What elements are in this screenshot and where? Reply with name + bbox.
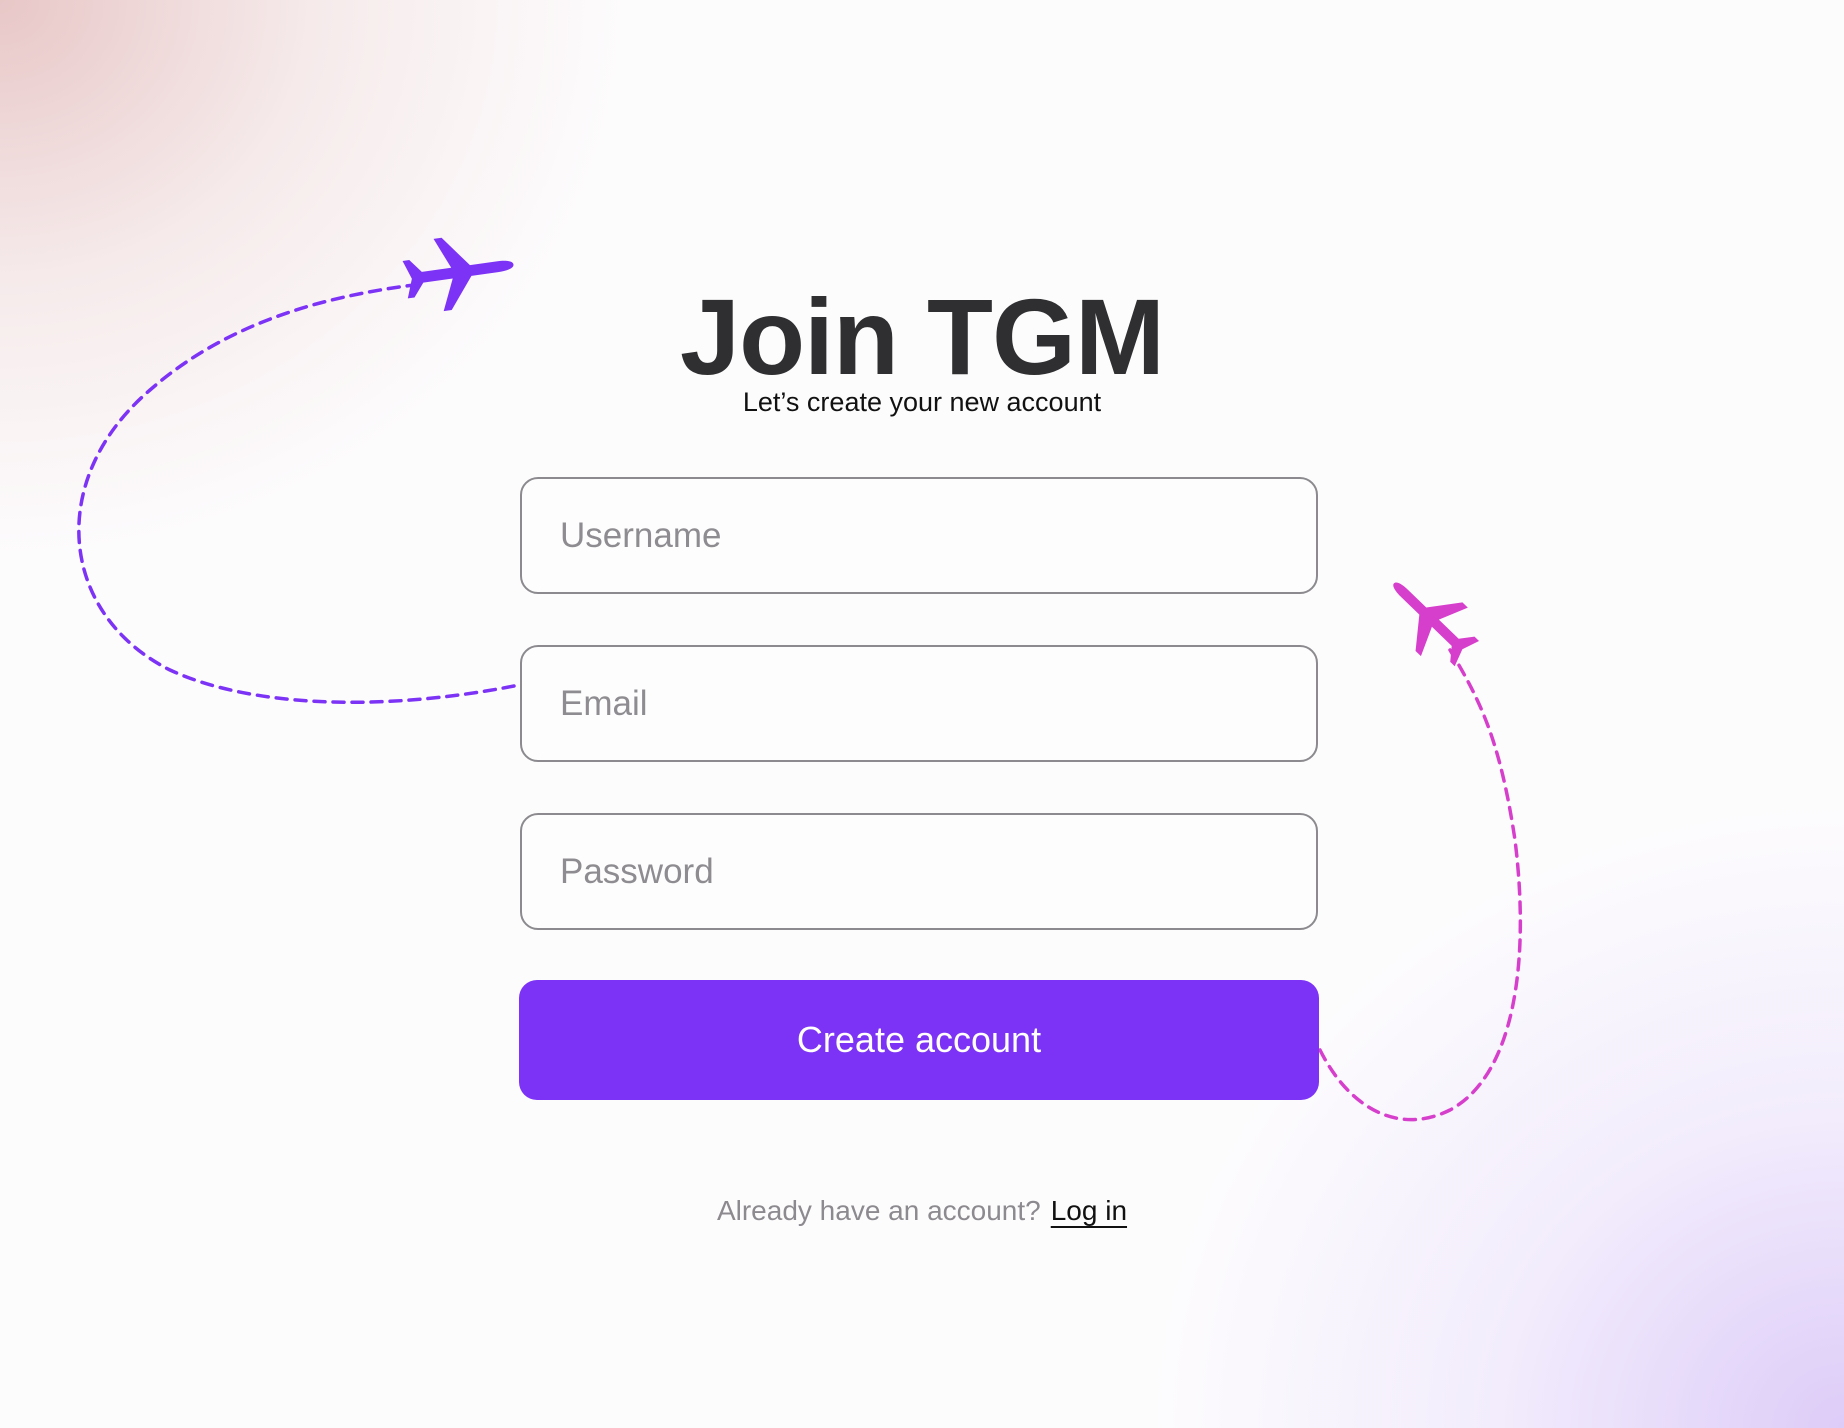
airplane-icon [1393, 582, 1480, 667]
login-prompt: Already have an account? Log in [0, 1191, 1844, 1231]
page-title: Join TGM [680, 276, 1165, 398]
username-input[interactable] [520, 477, 1318, 594]
login-prompt-text: Already have an account? [716, 1195, 1041, 1226]
password-input[interactable] [520, 813, 1318, 930]
create-account-button[interactable]: Create account [519, 980, 1319, 1100]
right-flight-path [1318, 648, 1523, 1122]
login-link[interactable]: Log in [1051, 1195, 1127, 1226]
email-input[interactable] [520, 645, 1318, 762]
page-subtitle: Let’s create your new account [742, 387, 1102, 417]
